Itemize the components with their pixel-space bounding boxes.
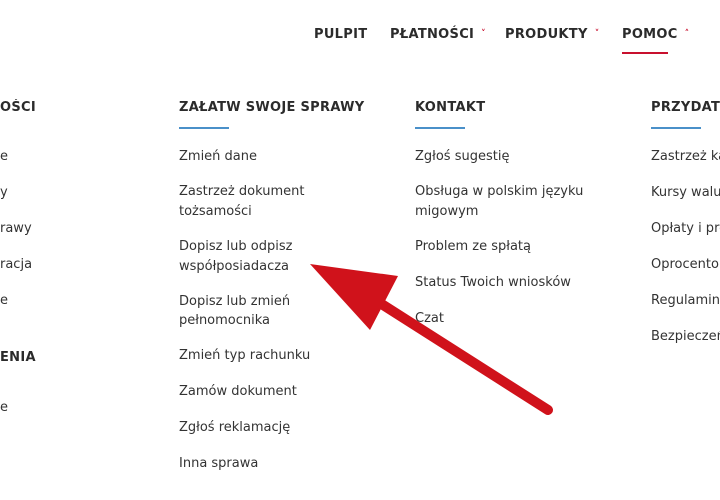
link-zmien-dane[interactable]: Zmień dane <box>179 147 257 167</box>
column-title: ZAŁATW SWOJE SPRAWY <box>179 100 365 115</box>
link-bezpieczenstwo[interactable]: Bezpieczeń <box>651 327 720 347</box>
column-title-underline <box>415 127 465 129</box>
link-dopisz-odpisz[interactable]: Dopisz lub odpisz <box>179 237 292 257</box>
link-status-wnioskow[interactable]: Status Twoich wniosków <box>415 273 571 293</box>
link-dopisz-zmien[interactable]: Dopisz lub zmień <box>179 292 290 312</box>
link-zastrzez-dokument[interactable]: Zastrzeż dokument <box>179 182 304 202</box>
link-inna-sprawa[interactable]: Inna sprawa <box>179 454 258 474</box>
link-zglos-reklamacje[interactable]: Zgłoś reklamację <box>179 418 290 438</box>
link-dopisz-odpisz-line2[interactable]: współposiadacza <box>179 257 289 277</box>
chevron-down-icon: ˅ <box>594 29 600 39</box>
menu-link[interactable]: racja <box>0 255 32 275</box>
menu-link[interactable]: rawy <box>0 219 32 239</box>
link-regulaminy[interactable]: Regulaminy <box>651 291 720 311</box>
link-zmien-typ-rachunku[interactable]: Zmień typ rachunku <box>179 346 310 366</box>
nav-label: PULPIT <box>314 27 368 42</box>
link-problem-ze-splata[interactable]: Problem ze spłatą <box>415 237 531 257</box>
nav-item-pulpit[interactable]: PULPIT <box>314 27 367 42</box>
column-title: KONTAKT <box>415 100 486 115</box>
link-czat[interactable]: Czat <box>415 309 444 329</box>
link-oprocentowanie[interactable]: Oprocento <box>651 255 719 275</box>
menu-column-kontakt: KONTAKT <box>415 99 485 129</box>
column-title-underline <box>179 127 229 129</box>
link-obsluga-migowy-line2[interactable]: migowym <box>415 202 478 222</box>
link-zastrzez-karte[interactable]: Zastrzeż ka <box>651 147 720 167</box>
column-title: OŚCI <box>0 100 36 115</box>
menu-column-zalatw: ZAŁATW SWOJE SPRAWY <box>179 99 364 129</box>
link-dopisz-zmien-line2[interactable]: pełnomocnika <box>179 311 270 331</box>
column-title-2: ENIA <box>0 350 36 365</box>
column-3-links-clip: Zastrzeż ka Kursy walu Opłaty i pro Opro… <box>651 0 720 500</box>
red-arrow-annotation <box>310 264 553 415</box>
chevron-down-icon: ˅ <box>481 29 486 39</box>
menu-link[interactable]: y <box>0 183 8 203</box>
nav-label: PRODUKTY <box>505 27 588 42</box>
menu-link[interactable]: e <box>0 398 8 418</box>
link-zamow-dokument[interactable]: Zamów dokument <box>179 382 297 402</box>
menu-column-cut-left: OŚCI <box>0 99 40 117</box>
nav-item-platnosci[interactable]: PŁATNOŚCI ˅ <box>390 27 486 42</box>
nav-item-produkty[interactable]: PRODUKTY ˅ <box>505 27 600 42</box>
arrow-head-icon <box>310 264 398 330</box>
link-zglos-sugestie[interactable]: Zgłoś sugestię <box>415 147 509 167</box>
nav-label: PŁATNOŚCI <box>390 27 475 42</box>
menu-link[interactable]: e <box>0 147 8 167</box>
link-kursy-walut[interactable]: Kursy walu <box>651 183 720 203</box>
top-navigation: PULPIT PŁATNOŚCI ˅ PRODUKTY ˅ POMOC ˄ <box>0 0 720 70</box>
menu-link[interactable]: e <box>0 291 8 311</box>
link-oplaty-prowizje[interactable]: Opłaty i pro <box>651 219 720 239</box>
link-obsluga-migowy[interactable]: Obsługa w polskim języku <box>415 182 583 202</box>
link-zastrzez-dokument-line2[interactable]: tożsamości <box>179 202 252 222</box>
arrow-shaft <box>375 298 553 415</box>
